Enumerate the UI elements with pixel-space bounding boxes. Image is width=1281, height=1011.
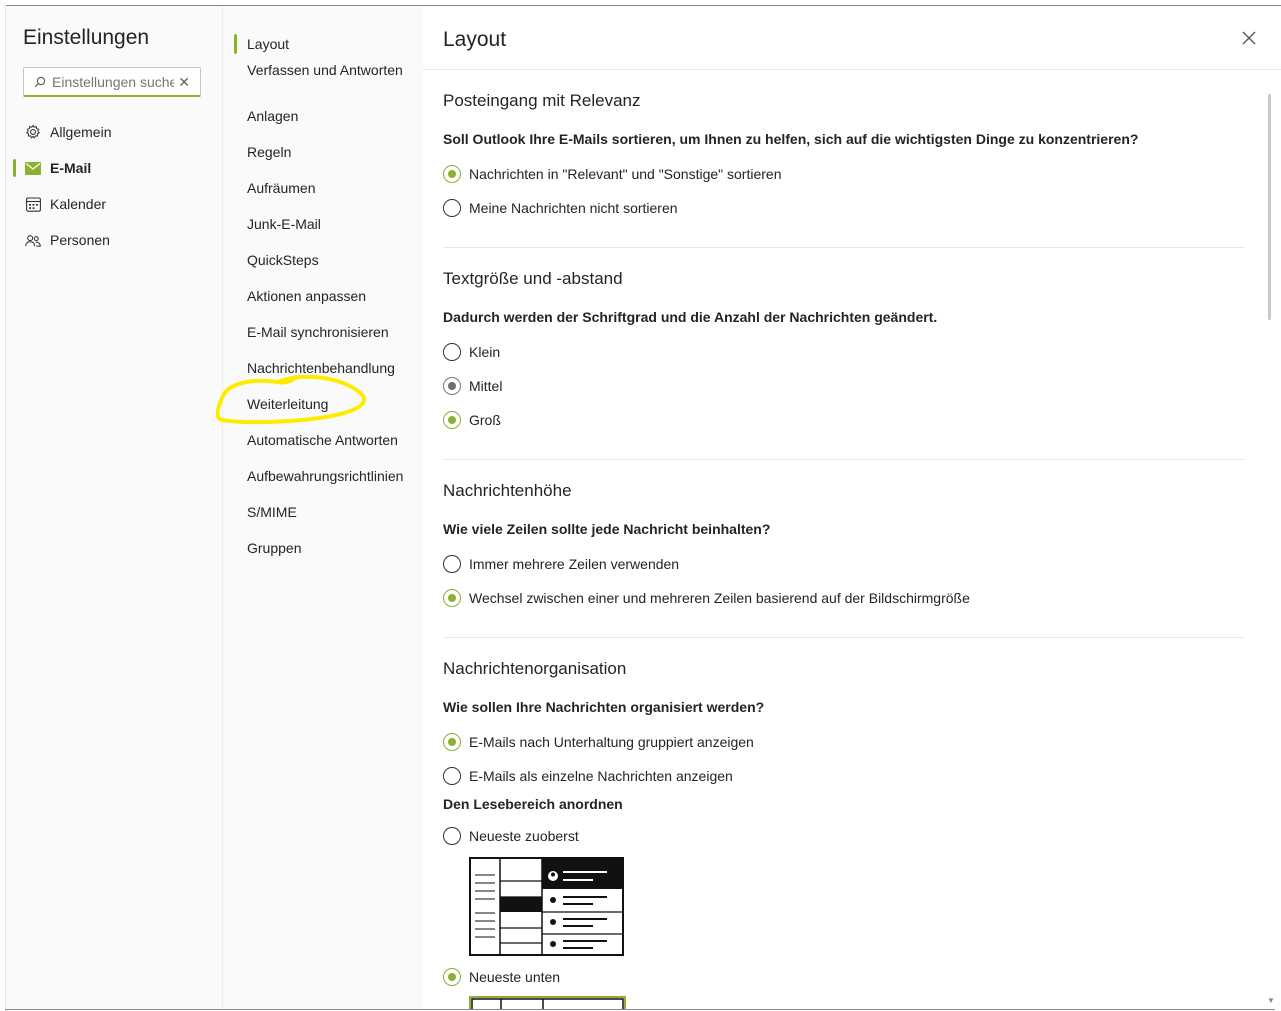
calendar-icon (25, 196, 41, 212)
radio-button[interactable] (443, 199, 461, 217)
radio-button[interactable] (443, 343, 461, 361)
page-title: Layout (443, 28, 507, 51)
subnav-item-aufbewahrung[interactable]: Aufbewahrungsrichtlinien (247, 468, 403, 484)
radio-button[interactable] (443, 827, 461, 845)
section-divider (443, 247, 1245, 248)
section-divider (443, 459, 1245, 460)
radio-button-selected[interactable] (443, 411, 461, 429)
radio-label: E-Mails als einzelne Nachrichten anzeige… (469, 768, 733, 784)
subnav-item-synchronisieren[interactable]: E-Mail synchronisieren (247, 324, 389, 340)
radio-size-medium[interactable]: Mittel (443, 376, 502, 396)
radio-label: Meine Nachrichten nicht sortieren (469, 200, 678, 216)
subnav-item-junk[interactable]: Junk-E-Mail (247, 216, 321, 232)
scroll-down-arrow-icon[interactable]: ▼ (1267, 996, 1275, 1005)
section-question: Soll Outlook Ihre E-Mails sortieren, um … (443, 131, 1139, 147)
mail-icon (25, 160, 41, 176)
radio-size-small[interactable]: Klein (443, 342, 500, 362)
sidebar-item-personen[interactable]: Personen (6, 222, 222, 258)
section-divider (443, 637, 1245, 638)
sidebar-item-allgemein[interactable]: Allgemein (6, 114, 222, 150)
radio-button-hover[interactable] (443, 377, 461, 395)
radio-newest-top[interactable]: Neueste zuoberst (443, 826, 579, 846)
people-icon (25, 232, 41, 248)
layout-settings-panel: Layout ▼ Posteingang mit Relevanz Soll O… (423, 6, 1281, 1009)
subnav-item-verfassen[interactable]: Verfassen und Antworten (247, 60, 403, 80)
section-heading-text-size: Textgröße und -abstand (443, 269, 623, 288)
subnav-item-automatische-antworten[interactable]: Automatische Antworten (247, 432, 398, 448)
window-bottom-border (5, 1009, 1275, 1010)
radio-label: Mittel (469, 378, 503, 394)
radio-label: Immer mehrere Zeilen verwenden (469, 556, 680, 572)
gear-icon (25, 124, 41, 140)
close-icon[interactable] (1241, 30, 1257, 46)
radio-button-selected[interactable] (443, 165, 461, 183)
sidebar-item-label: Allgemein (50, 124, 112, 140)
subnav-item-weiterleitung[interactable]: Weiterleitung (247, 396, 328, 412)
newest-at-bottom-illustration[interactable] (469, 996, 626, 1009)
sidebar-item-label: E-Mail (50, 160, 92, 176)
settings-title: Einstellungen (23, 26, 150, 49)
newest-on-top-illustration[interactable] (469, 857, 624, 957)
radio-button-selected[interactable] (443, 968, 461, 986)
subnav-item-regeln[interactable]: Regeln (247, 144, 291, 160)
section-heading-message-height: Nachrichtenhöhe (443, 481, 572, 500)
radio-label: E-Mails nach Unterhaltung gruppiert anze… (469, 734, 754, 750)
radio-label: Wechsel zwischen einer und mehreren Zeil… (469, 590, 970, 606)
radio-label: Groß (469, 412, 501, 428)
sidebar-item-email[interactable]: E-Mail (6, 150, 222, 186)
subnav-item-smime[interactable]: S/MIME (247, 504, 297, 520)
radio-button[interactable] (443, 555, 461, 573)
radio-label: Neueste unten (469, 969, 561, 985)
radio-button[interactable] (443, 767, 461, 785)
section-heading-organization: Nachrichtenorganisation (443, 659, 627, 678)
subnav-item-anlagen[interactable]: Anlagen (247, 108, 298, 124)
header-divider (423, 69, 1281, 70)
radio-sort-focused-other[interactable]: Nachrichten in "Relevant" und "Sonstige"… (443, 164, 782, 184)
radio-group-conversations[interactable]: E-Mails nach Unterhaltung gruppiert anze… (443, 732, 754, 752)
sidebar-item-label: Kalender (50, 196, 107, 212)
section-question: Wie sollen Ihre Nachrichten organisiert … (443, 699, 765, 715)
subnav-item-aktionen[interactable]: Aktionen anpassen (247, 288, 366, 304)
section-question: Dadurch werden der Schriftgrad und die A… (443, 309, 938, 325)
subnav-item-nachrichtenbehandlung[interactable]: Nachrichtenbehandlung (247, 360, 395, 376)
settings-category-list: Allgemein E-Mail Kalender Personen (6, 114, 222, 258)
radio-newest-bottom[interactable]: Neueste unten (443, 967, 560, 987)
search-icon (34, 76, 46, 88)
settings-search-box[interactable]: ✕ (23, 67, 201, 97)
clear-search-icon[interactable]: ✕ (178, 75, 190, 89)
radio-dont-sort[interactable]: Meine Nachrichten nicht sortieren (443, 198, 678, 218)
radio-size-large[interactable]: Groß (443, 410, 501, 430)
settings-sidebar: Einstellungen ✕ Allgemein E-Mail Kalende… (6, 6, 222, 1009)
radio-switch-lines[interactable]: Wechsel zwischen einer und mehreren Zeil… (443, 588, 970, 608)
subnav-item-layout[interactable]: Layout (233, 34, 289, 54)
subnav-item-aufraeumen[interactable]: Aufräumen (247, 180, 315, 196)
radio-multiple-lines[interactable]: Immer mehrere Zeilen verwenden (443, 554, 679, 574)
scrollbar-thumb[interactable] (1268, 94, 1271, 320)
email-subnav: Layout Verfassen und Antworten Anlagen R… (222, 6, 424, 1009)
radio-label: Klein (469, 344, 501, 360)
subnav-item-quicksteps[interactable]: QuickSteps (247, 252, 319, 268)
subheading-reading-pane: Den Lesebereich anordnen (443, 796, 623, 812)
radio-button-selected[interactable] (443, 589, 461, 607)
radio-label: Neueste zuoberst (469, 828, 579, 844)
settings-search-input[interactable] (52, 72, 174, 92)
radio-individual-messages[interactable]: E-Mails als einzelne Nachrichten anzeige… (443, 766, 733, 786)
sidebar-item-label: Personen (50, 232, 110, 248)
sidebar-item-kalender[interactable]: Kalender (6, 186, 222, 222)
radio-button-selected[interactable] (443, 733, 461, 751)
radio-label: Nachrichten in "Relevant" und "Sonstige"… (469, 166, 782, 182)
section-question: Wie viele Zeilen sollte jede Nachricht b… (443, 521, 771, 537)
section-heading-focused-inbox: Posteingang mit Relevanz (443, 91, 641, 110)
subnav-item-gruppen[interactable]: Gruppen (247, 540, 301, 556)
